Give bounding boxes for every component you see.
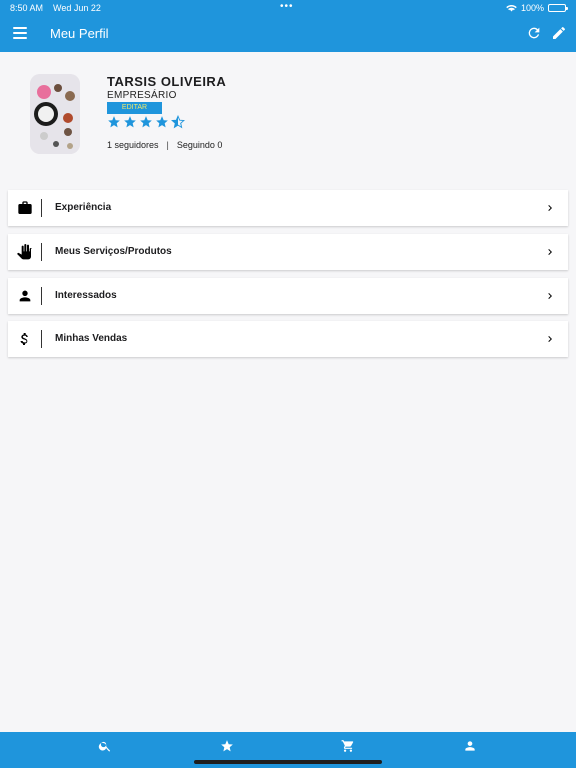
menu-item-label: Meus Serviços/Produtos	[55, 246, 172, 257]
star-full-icon	[108, 116, 120, 128]
profile-role: EMPRESÁRIO	[107, 90, 177, 101]
status-date: Wed Jun 22	[53, 3, 101, 13]
chevron-right-icon	[548, 205, 552, 211]
person-icon	[19, 290, 31, 302]
refresh-icon[interactable]	[526, 25, 542, 41]
app-header: 8:50 AM Wed Jun 22 ••• 100% Meu Perfil	[0, 0, 576, 52]
star-icon[interactable]	[220, 739, 234, 753]
star-full-icon	[140, 116, 152, 128]
divider	[41, 287, 42, 305]
dollar-icon	[20, 333, 28, 345]
search-icon[interactable]	[98, 739, 112, 753]
star-full-icon	[156, 116, 168, 128]
profile-tab-icon[interactable]	[463, 739, 477, 753]
menu-item-label: Minhas Vendas	[55, 333, 128, 344]
follow-separator: |	[166, 140, 169, 150]
menu-item-label: Experiência	[55, 202, 112, 213]
wifi-icon	[506, 5, 517, 12]
following-count[interactable]: Seguindo 0	[177, 140, 223, 150]
divider	[41, 330, 42, 348]
chevron-right-icon	[548, 293, 552, 299]
chevron-right-icon	[548, 249, 552, 255]
profile-name: TARSIS OLIVEIRA	[107, 74, 227, 89]
menu-item-servicos-produtos[interactable]: Meus Serviços/Produtos	[8, 234, 568, 270]
rating-stars	[107, 115, 185, 129]
hamburger-menu-icon[interactable]	[13, 27, 27, 39]
page-title: Meu Perfil	[50, 26, 109, 41]
menu-item-experiencia[interactable]: Experiência	[8, 190, 568, 226]
star-full-icon	[124, 116, 136, 128]
chevron-right-icon	[548, 336, 552, 342]
pencil-icon[interactable]	[551, 25, 567, 41]
menu-item-minhas-vendas[interactable]: Minhas Vendas	[8, 321, 568, 357]
avatar[interactable]	[30, 74, 80, 154]
cart-icon[interactable]	[341, 739, 355, 753]
profile-header: TARSIS OLIVEIRA EMPRESÁRIO EDITAR 1 segu…	[0, 52, 576, 177]
follow-stats: 1 seguidores | Seguindo 0	[107, 140, 222, 150]
edit-profile-button[interactable]: EDITAR	[107, 102, 162, 114]
battery-percent: 100%	[520, 3, 544, 13]
status-bar: 8:50 AM Wed Jun 22 ••• 100%	[0, 0, 576, 16]
followers-count[interactable]: 1 seguidores	[107, 140, 159, 150]
battery-icon	[548, 4, 568, 12]
hand-icon	[17, 244, 32, 260]
menu-item-interessados[interactable]: Interessados	[8, 278, 568, 314]
divider	[41, 199, 42, 217]
menu-item-label: Interessados	[55, 290, 117, 301]
home-indicator	[194, 760, 382, 764]
status-time: 8:50 AM	[10, 3, 44, 13]
briefcase-icon	[18, 201, 32, 214]
star-half-icon	[171, 115, 185, 129]
divider	[41, 243, 42, 261]
multitask-dots: •••	[280, 1, 294, 12]
status-right: 100%	[506, 3, 568, 13]
